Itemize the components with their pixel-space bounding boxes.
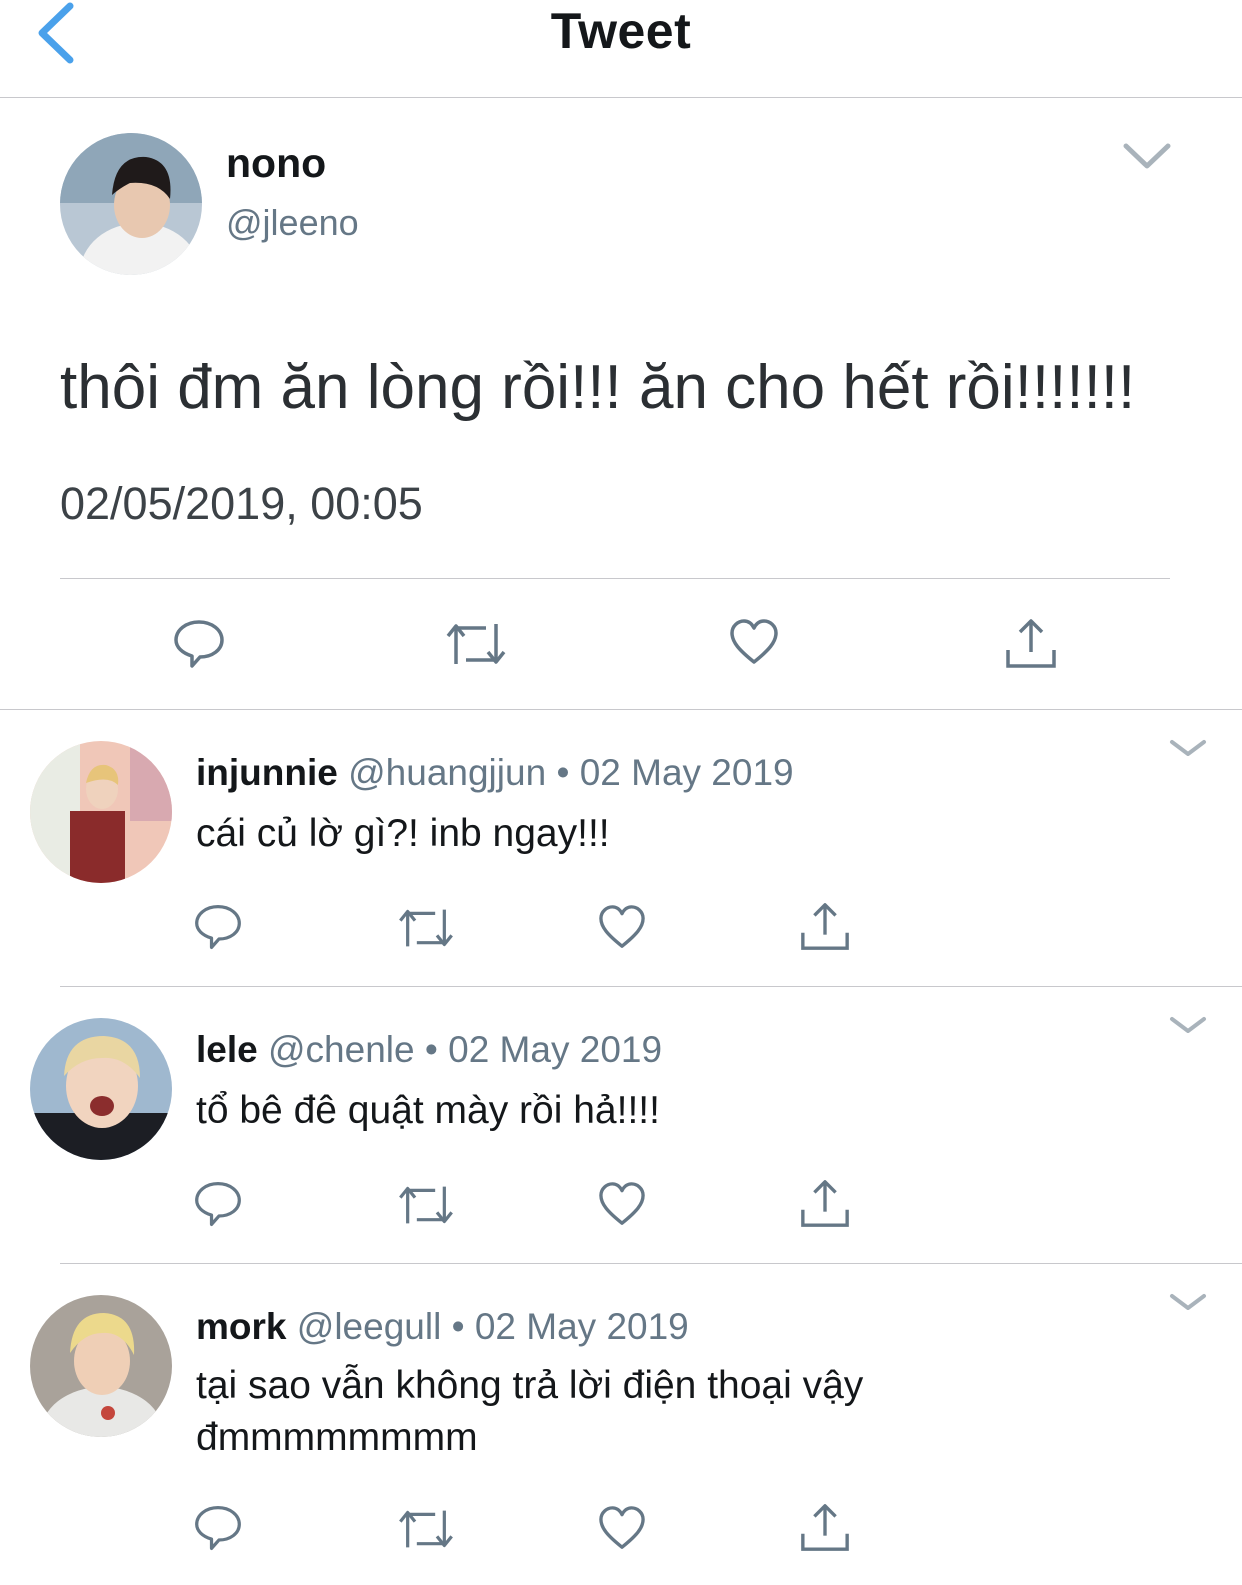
more-options-button[interactable]: [1168, 736, 1208, 760]
share-button[interactable]: [799, 1501, 851, 1553]
chevron-down-icon: [1170, 1294, 1206, 1310]
heart-icon: [599, 1506, 645, 1549]
display-name[interactable]: lele: [196, 1029, 258, 1070]
reply-icon: [174, 620, 224, 668]
display-name[interactable]: mork: [196, 1306, 286, 1347]
separator-dot: •: [556, 752, 570, 793]
avatar[interactable]: [30, 1295, 172, 1437]
separator-dot: •: [424, 1029, 438, 1070]
divider: [60, 1263, 1242, 1264]
reply-header: lele @chenle • 02 May 2019: [196, 1029, 662, 1071]
retweet-button[interactable]: [398, 1183, 454, 1227]
reply-text: tại sao vẫn không trả lời điện thoại vậy…: [196, 1360, 863, 1464]
share-icon: [1006, 619, 1056, 668]
retweet-button[interactable]: [398, 906, 454, 950]
tweet-timestamp: 02/05/2019, 00:05: [60, 478, 423, 529]
reply-icon: [195, 1182, 241, 1226]
reply-text-line: cái củ lờ gì?! inb ngay!!!: [196, 812, 610, 855]
nav-header: Tweet: [0, 0, 1242, 98]
reply-text-line: đmmmmmmmm: [196, 1416, 478, 1459]
more-options-button[interactable]: [1120, 140, 1174, 172]
divider: [0, 709, 1242, 710]
like-button[interactable]: [598, 1505, 646, 1551]
retweet-button[interactable]: [398, 1507, 454, 1551]
retweet-icon: [446, 624, 506, 664]
share-button[interactable]: [1004, 616, 1058, 670]
share-icon: [801, 903, 849, 950]
share-icon: [801, 1504, 849, 1551]
separator-dot: •: [451, 1306, 465, 1347]
divider: [60, 578, 1170, 579]
reply-text: tổ bê đê quật mày rồi hả!!!!: [196, 1085, 660, 1137]
reply-date: 02 May 2019: [448, 1029, 663, 1070]
like-button[interactable]: [598, 1181, 646, 1227]
reply-icon: [195, 1506, 241, 1550]
reply-text: cái củ lờ gì?! inb ngay!!!: [196, 808, 610, 860]
chevron-down-icon: [1123, 143, 1171, 169]
display-name[interactable]: injunnie: [196, 752, 338, 793]
share-button[interactable]: [799, 900, 851, 952]
reply-date: 02 May 2019: [579, 752, 794, 793]
like-button[interactable]: [598, 904, 646, 950]
share-icon: [801, 1180, 849, 1227]
reply-icon: [195, 905, 241, 949]
reply-button[interactable]: [193, 1179, 243, 1229]
heart-icon: [599, 905, 645, 948]
divider: [60, 986, 1242, 987]
reply-text-line: tại sao vẫn không trả lời điện thoại vậy: [196, 1364, 864, 1407]
chevron-down-icon: [1170, 740, 1206, 756]
retweet-button[interactable]: [446, 620, 506, 668]
reply-button[interactable]: [193, 1503, 243, 1553]
avatar[interactable]: [30, 741, 172, 883]
tweet-text: thôi đm ăn lòng rồi!!! ăn cho hết rồi!!!…: [60, 353, 1136, 422]
like-button[interactable]: [729, 618, 779, 666]
reply-header: mork @leegull • 02 May 2019: [196, 1306, 689, 1348]
heart-icon: [599, 1182, 645, 1225]
page-title: Tweet: [550, 3, 692, 59]
reply-button[interactable]: [172, 618, 226, 670]
avatar[interactable]: [30, 1018, 172, 1160]
share-button[interactable]: [799, 1177, 851, 1229]
more-options-button[interactable]: [1168, 1013, 1208, 1037]
retweet-icon: [399, 909, 453, 947]
heart-icon: [730, 619, 778, 664]
reply-date: 02 May 2019: [474, 1306, 689, 1347]
reply-header: injunnie @huangjjun • 02 May 2019: [196, 752, 794, 794]
display-name[interactable]: nono: [226, 140, 326, 187]
retweet-icon: [399, 1186, 453, 1224]
user-handle[interactable]: @leegull: [297, 1306, 442, 1347]
user-handle[interactable]: @jleeno: [226, 202, 359, 244]
reply-text-line: tổ bê đê quật mày rồi hả!!!!: [196, 1089, 660, 1132]
reply-button[interactable]: [193, 902, 243, 952]
avatar[interactable]: [60, 133, 202, 275]
user-handle[interactable]: @huangjjun: [348, 752, 546, 793]
more-options-button[interactable]: [1168, 1290, 1208, 1314]
user-handle[interactable]: @chenle: [268, 1029, 415, 1070]
retweet-icon: [399, 1510, 453, 1548]
chevron-down-icon: [1170, 1017, 1206, 1033]
